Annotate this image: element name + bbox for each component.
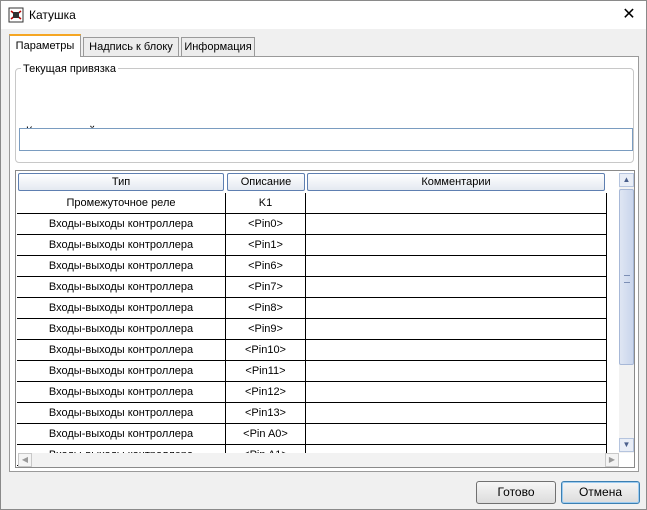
cell-description: <Pin12> — [226, 382, 306, 403]
cell-description: <Pin1> — [226, 235, 306, 256]
column-header-comments[interactable]: Комментарии — [307, 173, 605, 191]
cell-description: <Pin9> — [226, 319, 306, 340]
cell-description: K1 — [226, 193, 306, 214]
cell-comment[interactable] — [306, 235, 607, 256]
cell-comment[interactable] — [306, 298, 607, 319]
cell-comment[interactable] — [306, 424, 607, 445]
cell-comment[interactable] — [306, 361, 607, 382]
chevron-up-icon: ▲ — [622, 175, 631, 184]
cell-type: Входы-выходы контроллера — [17, 319, 226, 340]
close-button[interactable]: ✕ — [619, 5, 639, 25]
tab-block-label[interactable]: Надпись к блоку — [83, 37, 179, 56]
cell-type: Входы-выходы контроллера — [17, 382, 226, 403]
table-row[interactable]: Входы-выходы контроллера <Pin6> — [17, 256, 607, 277]
close-icon: ✕ — [622, 6, 636, 23]
cell-description: <Pin0> — [226, 214, 306, 235]
cell-comment[interactable] — [306, 319, 607, 340]
scroll-down-button[interactable]: ▼ — [619, 438, 634, 452]
ok-button[interactable]: Готово — [476, 481, 556, 504]
coil-app-icon — [8, 7, 24, 23]
cell-comment[interactable] — [306, 214, 607, 235]
cell-comment[interactable] — [306, 382, 607, 403]
vertical-scrollbar[interactable]: ▲ ▼ — [619, 173, 634, 453]
scroll-left-button[interactable]: ◀ — [18, 453, 32, 467]
table-row[interactable]: Входы-выходы контроллера <Pin12> — [17, 382, 607, 403]
horizontal-scrollbar[interactable]: ◀ ▶ — [18, 453, 619, 467]
cell-comment[interactable] — [306, 340, 607, 361]
cell-description: <Pin6> — [226, 256, 306, 277]
table-row[interactable]: Входы-выходы контроллера <Pin9> — [17, 319, 607, 340]
cell-type: Входы-выходы контроллера — [17, 361, 226, 382]
cell-description: <Pin13> — [226, 403, 306, 424]
cell-type: Входы-выходы контроллера — [17, 235, 226, 256]
comment-input[interactable] — [19, 128, 633, 151]
dialog-window: Катушка ✕ Параметры Надпись к блоку Инфо… — [0, 0, 647, 510]
tab-panel: Текущая привязка Комментарий Тип Описани… — [9, 56, 639, 472]
cell-comment[interactable] — [306, 193, 607, 214]
cell-type: Входы-выходы контроллера — [17, 214, 226, 235]
column-header-description[interactable]: Описание — [227, 173, 305, 191]
cell-type: Входы-выходы контроллера — [17, 340, 226, 361]
table-row[interactable]: Входы-выходы контроллера <Pin1> — [17, 235, 607, 256]
cell-description: <Pin10> — [226, 340, 306, 361]
tab-information[interactable]: Информация — [181, 37, 255, 56]
table-row[interactable]: Входы-выходы контроллера <Pin7> — [17, 277, 607, 298]
cancel-button[interactable]: Отмена — [561, 481, 640, 504]
table-row[interactable]: Промежуточное реле K1 — [17, 193, 607, 214]
table-row[interactable]: Входы-выходы контроллера <Pin A0> — [17, 424, 607, 445]
tab-parameters[interactable]: Параметры — [9, 34, 81, 57]
chevron-down-icon: ▼ — [622, 440, 631, 449]
grip-icon — [624, 275, 630, 283]
column-header-type[interactable]: Тип — [18, 173, 224, 191]
cell-type: Входы-выходы контроллера — [17, 277, 226, 298]
scroll-right-button[interactable]: ▶ — [605, 453, 619, 467]
cell-description: <Pin7> — [226, 277, 306, 298]
components-table: Тип Описание Комментарии Промежуточное р… — [15, 170, 635, 468]
cell-type: Промежуточное реле — [17, 193, 226, 214]
table-row[interactable]: Входы-выходы контроллера <Pin8> — [17, 298, 607, 319]
cell-type: Входы-выходы контроллера — [17, 298, 226, 319]
cell-type: Входы-выходы контроллера — [17, 424, 226, 445]
table-row[interactable]: Входы-выходы контроллера <Pin0> — [17, 214, 607, 235]
window-title: Катушка — [29, 8, 76, 22]
cell-comment[interactable] — [306, 403, 607, 424]
cell-description: <Pin8> — [226, 298, 306, 319]
cell-description: <Pin A0> — [226, 424, 306, 445]
scroll-up-button[interactable]: ▲ — [619, 173, 634, 187]
binding-legend: Текущая привязка — [21, 63, 118, 75]
table-row[interactable]: Входы-выходы контроллера <Pin10> — [17, 340, 607, 361]
cell-type: Входы-выходы контроллера — [17, 256, 226, 277]
vertical-scroll-thumb[interactable] — [619, 189, 634, 365]
table-row[interactable]: Входы-выходы контроллера <Pin11> — [17, 361, 607, 382]
title-bar: Катушка ✕ — [1, 1, 646, 29]
chevron-right-icon: ▶ — [608, 455, 616, 464]
cell-description: <Pin11> — [226, 361, 306, 382]
cell-comment[interactable] — [306, 277, 607, 298]
table-row[interactable]: Входы-выходы контроллера <Pin13> — [17, 403, 607, 424]
cell-type: Входы-выходы контроллера — [17, 403, 226, 424]
cell-comment[interactable] — [306, 256, 607, 277]
chevron-left-icon: ◀ — [21, 455, 29, 464]
